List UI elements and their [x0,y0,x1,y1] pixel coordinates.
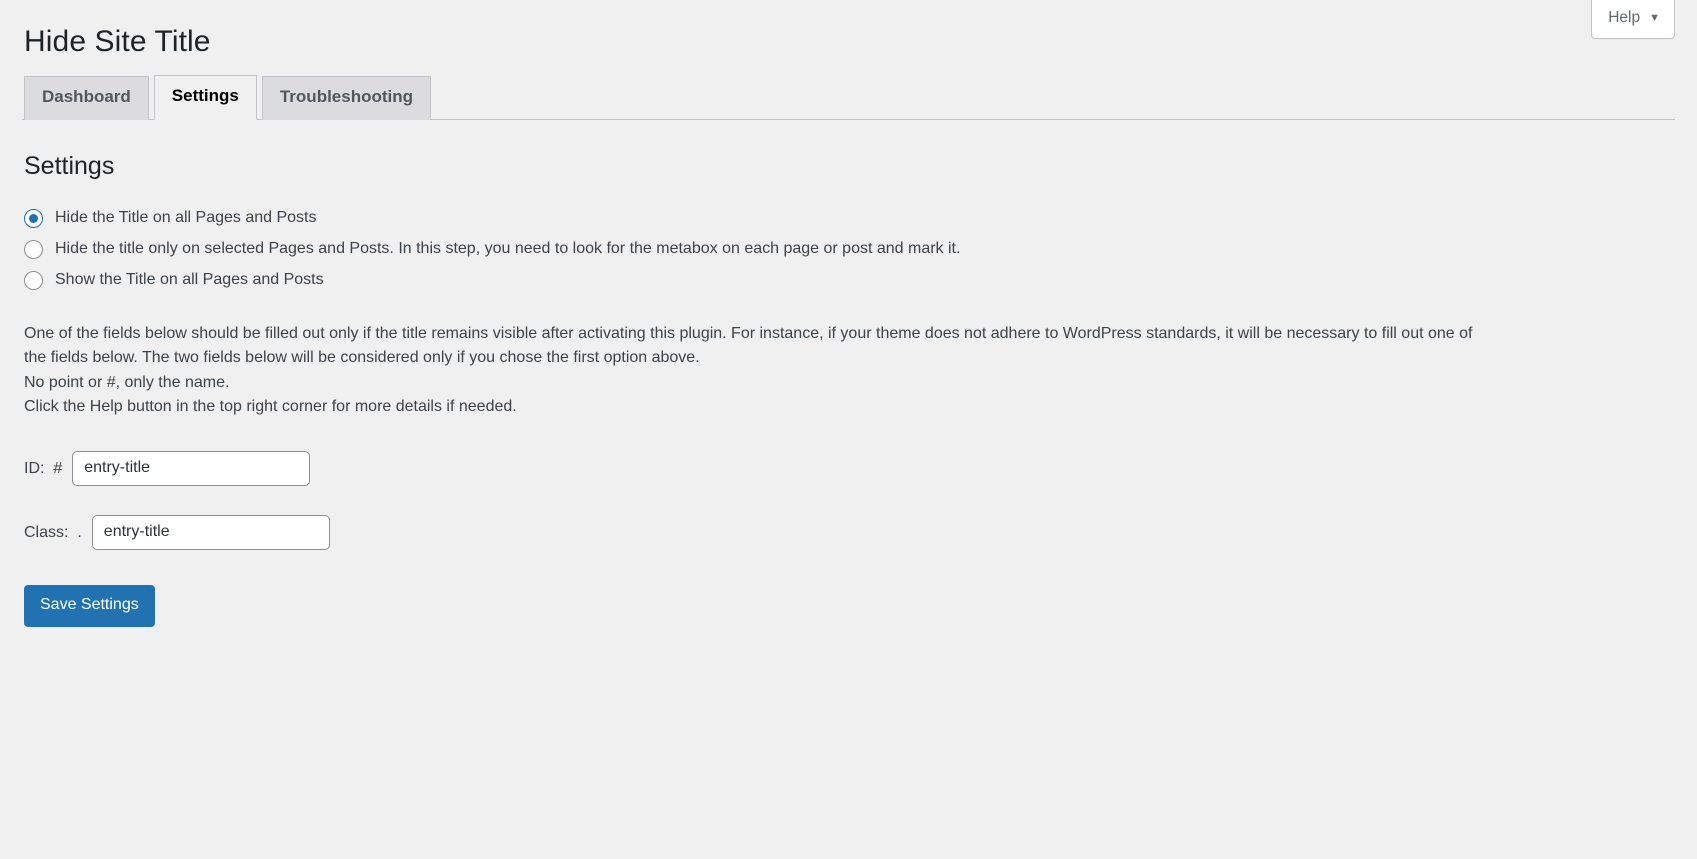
tab-settings[interactable]: Settings [153,75,257,120]
radio-mark-icon[interactable] [24,239,43,259]
save-settings-button[interactable]: Save Settings [24,585,155,627]
radio-option-hide-all-label: Hide the Title on all Pages and Posts [55,209,317,227]
chevron-down-icon: ▼ [1649,12,1660,25]
radio-option-hide-all[interactable]: Hide the Title on all Pages and Posts [24,206,1675,230]
help-tab-container: Help ▼ [1591,0,1675,39]
description-line-2: the fields below. The two fields below w… [24,349,700,367]
id-field-label: ID: # [24,459,63,477]
settings-description: One of the fields below should be filled… [22,292,1554,419]
class-field-label: Class: . [24,523,82,541]
radio-option-show-all[interactable]: Show the Title on all Pages and Posts [24,268,1675,292]
description-line-4: Click the Help button in the top right c… [24,398,517,416]
tab-bar: Dashboard Settings Troubleshooting [22,75,1675,120]
tab-dashboard[interactable]: Dashboard [24,76,149,120]
help-button[interactable]: Help ▼ [1591,0,1675,39]
id-input[interactable] [72,451,311,487]
radio-option-hide-selected-label: Hide the title only on selected Pages an… [55,240,961,258]
radio-option-hide-selected[interactable]: Hide the title only on selected Pages an… [24,237,1675,261]
help-button-label: Help [1608,9,1641,26]
radio-mark-icon[interactable] [24,208,43,228]
description-line-1: One of the fields below should be filled… [24,325,1473,343]
radio-option-show-all-label: Show the Title on all Pages and Posts [55,271,324,289]
section-title: Settings [24,151,115,180]
description-line-3: No point or #, only the name. [24,373,230,391]
id-field-row: ID: # [22,451,1675,487]
visibility-radio-group: Hide the Title on all Pages and Posts Hi… [22,206,1675,292]
radio-mark-icon[interactable] [24,270,43,290]
class-input[interactable] [91,515,330,551]
page-container: Hide Site Title Dashboard Settings Troub… [0,0,1697,627]
submit-container: Save Settings [22,550,1675,627]
class-field-row: Class: . [22,515,1675,551]
tab-troubleshooting[interactable]: Troubleshooting [261,76,432,120]
page-title: Hide Site Title [24,25,211,58]
